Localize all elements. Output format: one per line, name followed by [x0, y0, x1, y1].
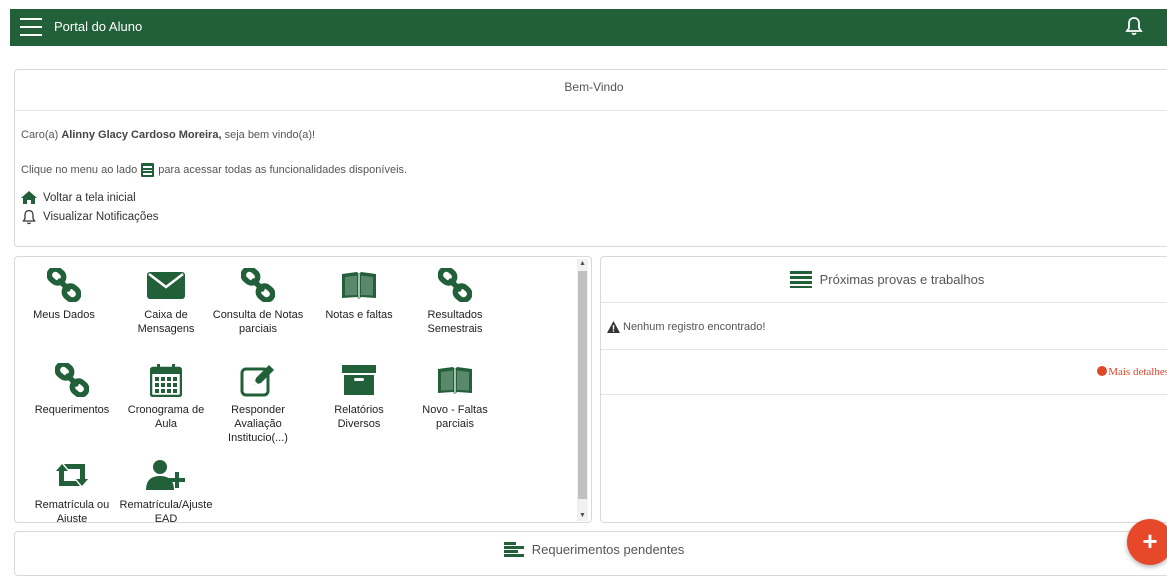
hamburger-icon[interactable] [20, 18, 42, 38]
hint-before: Clique no menu ao lado [21, 164, 138, 176]
scroll-thumb[interactable] [578, 271, 587, 499]
edit-icon [240, 365, 274, 397]
notifications-link-label: Visualizar Notificações [43, 211, 159, 223]
app-label: Resultados Semestrais [427, 309, 483, 335]
app-relatorios[interactable]: Relatórios Diversos [312, 362, 406, 431]
home-icon [21, 191, 37, 204]
home-link[interactable]: Voltar a tela inicial [21, 191, 1167, 204]
link-icon [47, 268, 81, 302]
scroll-down-icon[interactable]: ▼ [577, 511, 588, 521]
align-left-icon [503, 541, 524, 557]
apps-scrollbar[interactable]: ▲ ▼ [577, 259, 588, 521]
app-meus-dados[interactable]: Meus Dados [17, 267, 111, 322]
app-label: Caixa de Mensagens [137, 309, 195, 335]
app-cronograma[interactable]: Cronograma de Aula [119, 362, 213, 431]
app-novo-faltas[interactable]: Novo - Faltas parciais [408, 362, 502, 431]
calendar-icon [150, 364, 182, 397]
bell-icon [22, 209, 36, 225]
student-name: Alinny Glacy Cardoso Moreira, [61, 129, 222, 141]
user-plus-icon [146, 460, 185, 490]
app-label: Rematrícula/Ajuste EAD [119, 499, 213, 523]
hint-after: para acessar todas as funcionalidades di… [158, 164, 408, 176]
greeting-prefix: Caro(a) [21, 129, 59, 141]
exams-title: Próximas provas e trabalhos [819, 272, 985, 287]
pending-title: Requerimentos pendentes [531, 541, 685, 557]
top-bar: Portal do Aluno [10, 9, 1167, 46]
empty-message-row: Nenhum registro encontrado! [601, 303, 1167, 350]
app-rematricula-ead[interactable]: Rematrícula/Ajuste EAD [119, 457, 213, 523]
home-link-label: Voltar a tela inicial [43, 191, 136, 204]
app-rematricula-ajuste[interactable]: Rematrícula ou Ajuste [25, 457, 119, 523]
link-icon [241, 268, 275, 302]
apps-panel: Meus Dados Caixa de Mensagens Consulta d… [14, 256, 592, 523]
pending-panel: Requerimentos pendentes [14, 531, 1167, 576]
envelope-icon [147, 272, 185, 299]
app-resultados-semestrais[interactable]: Resultados Semestrais [408, 267, 502, 336]
scroll-up-icon[interactable]: ▲ [577, 259, 588, 269]
empty-message: Nenhum registro encontrado! [623, 321, 766, 333]
archive-icon [342, 365, 376, 395]
app-responder-avaliacao[interactable]: Responder Avaliação Institucio(...) [211, 362, 305, 445]
greeting-suffix: seja bem vindo(a)! [224, 129, 316, 141]
menu-list-icon [141, 163, 155, 177]
app-label: Cronograma de Aula [127, 404, 205, 430]
retweet-icon [56, 464, 88, 486]
more-details-label: Mais detalhes [1108, 366, 1167, 378]
app-label: Consulta de Notas parciais [212, 309, 304, 335]
app-label: Responder Avaliação Institucio(...) [228, 404, 288, 444]
arrow-circle-icon [1097, 366, 1108, 376]
app-label: Meus Dados [33, 309, 95, 321]
more-details-link[interactable]: Mais detalhes [601, 350, 1167, 395]
menu-hint: Clique no menu ao lado para acessar toda… [21, 163, 1167, 177]
app-label: Requerimentos [34, 404, 110, 416]
list-icon [789, 271, 812, 288]
app-caixa-mensagens[interactable]: Caixa de Mensagens [119, 267, 213, 336]
bell-icon[interactable] [1125, 16, 1143, 36]
app-label: Rematrícula ou Ajuste [34, 499, 110, 523]
app-consulta-notas[interactable]: Consulta de Notas parciais [211, 267, 305, 336]
book-icon [342, 272, 376, 299]
exams-panel: Próximas provas e trabalhos Nenhum regis… [600, 256, 1167, 523]
link-icon [55, 363, 89, 397]
app-label: Notas e faltas [325, 309, 393, 321]
app-requerimentos[interactable]: Requerimentos [25, 362, 119, 417]
greeting: Caro(a) Alinny Glacy Cardoso Moreira, se… [21, 129, 1167, 141]
app-notas-faltas[interactable]: Notas e faltas [312, 267, 406, 322]
warning-icon [607, 321, 620, 333]
add-fab-button[interactable]: + [1127, 519, 1167, 565]
app-label: Novo - Faltas parciais [422, 404, 488, 430]
app-label: Relatórios Diversos [334, 404, 384, 430]
app-title: Portal do Aluno [54, 19, 143, 34]
notifications-link[interactable]: Visualizar Notificações [21, 209, 1167, 225]
book-icon [438, 367, 472, 394]
link-icon [438, 268, 472, 302]
welcome-title: Bem-Vindo [15, 70, 1167, 111]
welcome-panel: Bem-Vindo Caro(a) Alinny Glacy Cardoso M… [14, 69, 1167, 247]
